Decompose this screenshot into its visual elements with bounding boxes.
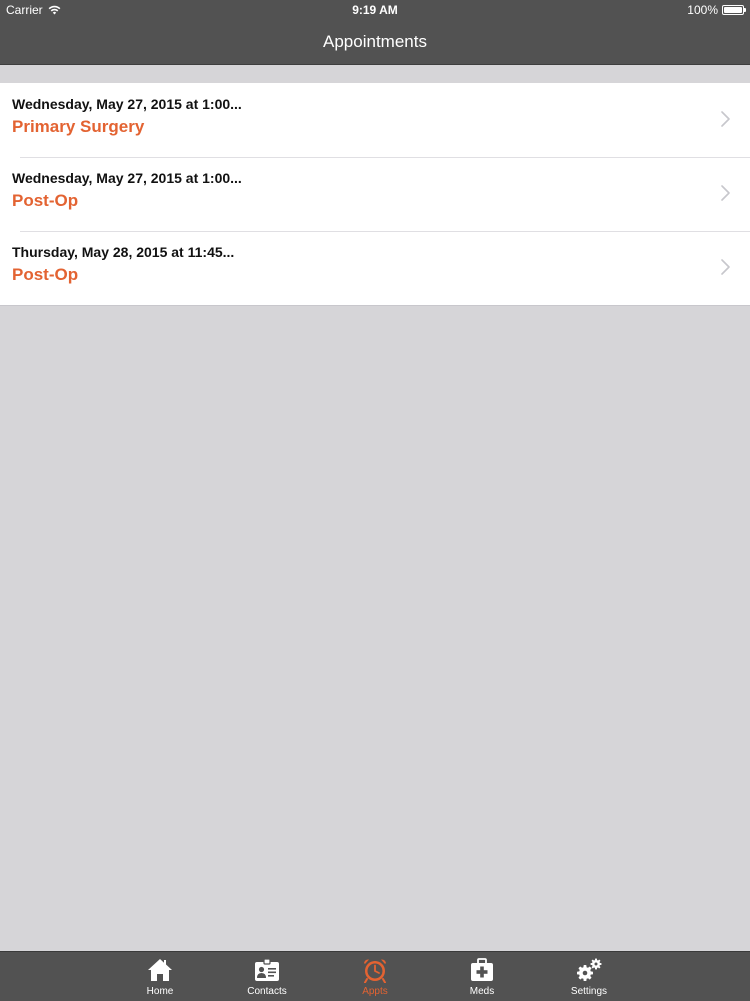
chevron-right-icon <box>721 259 730 275</box>
battery-fill <box>724 7 742 13</box>
gears-icon <box>577 958 602 981</box>
tab-appointments[interactable]: Appts <box>330 952 420 1001</box>
navigation-bar: Appointments <box>0 20 750 65</box>
tab-label: Home <box>146 986 174 997</box>
tab-bar: Home Contacts Appts Meds Settings <box>0 951 750 1001</box>
status-time: 9:19 AM <box>352 3 398 17</box>
appointment-date: Thursday, May 28, 2015 at 11:45... <box>12 244 235 260</box>
battery-icon <box>722 5 746 15</box>
tab-meds[interactable]: Meds <box>437 952 527 1001</box>
home-icon <box>148 959 172 981</box>
contacts-icon <box>255 958 279 981</box>
tab-label: Appts <box>362 986 388 997</box>
status-bar: Carrier 9:19 AM 100% <box>0 0 750 20</box>
tab-home[interactable]: Home <box>115 952 205 1001</box>
appointment-row[interactable]: Wednesday, May 27, 2015 at 1:00... Post-… <box>0 157 750 231</box>
appointment-date: Wednesday, May 27, 2015 at 1:00... <box>12 96 242 112</box>
alarm-clock-icon <box>364 959 386 983</box>
medical-kit-icon <box>471 958 493 981</box>
tab-label: Settings <box>570 986 608 997</box>
status-battery: 100% <box>687 3 746 17</box>
tab-label: Meds <box>469 986 495 997</box>
appointments-list: Wednesday, May 27, 2015 at 1:00... Prima… <box>0 83 750 306</box>
appointment-type: Primary Surgery <box>12 117 145 136</box>
battery-percent: 100% <box>687 3 718 17</box>
appointment-row[interactable]: Thursday, May 28, 2015 at 11:45... Post-… <box>0 231 750 305</box>
tab-contacts[interactable]: Contacts <box>222 952 312 1001</box>
appointment-row[interactable]: Wednesday, May 27, 2015 at 1:00... Prima… <box>0 83 750 157</box>
tab-label: Contacts <box>247 986 287 997</box>
appointment-type: Post-Op <box>12 191 79 210</box>
chevron-right-icon <box>721 111 730 127</box>
chevron-right-icon <box>721 185 730 201</box>
page-title: Appointments <box>323 32 427 51</box>
appointment-type: Post-Op <box>12 265 79 284</box>
tab-settings[interactable]: Settings <box>544 952 634 1001</box>
appointment-date: Wednesday, May 27, 2015 at 1:00... <box>12 170 242 186</box>
